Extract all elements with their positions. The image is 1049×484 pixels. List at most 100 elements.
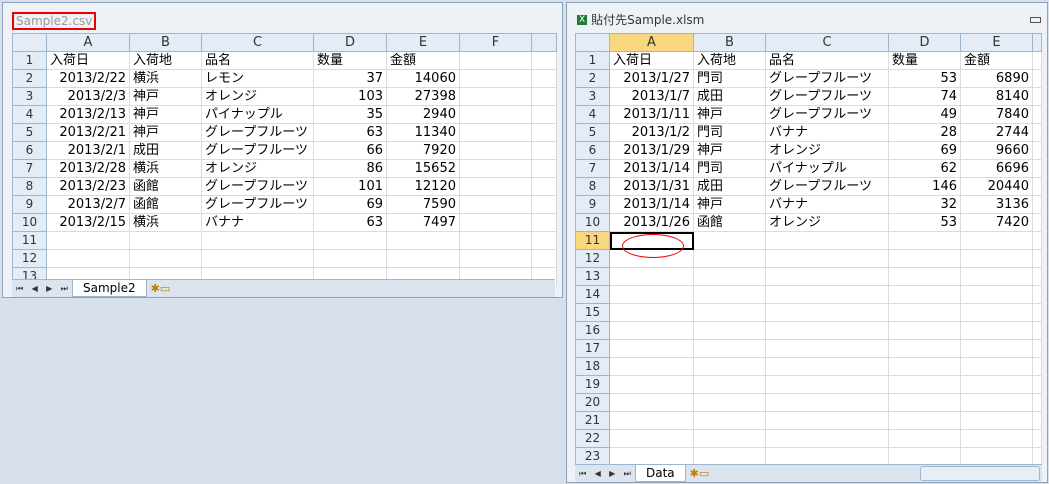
cell[interactable]: 2013/1/27 <box>609 69 694 88</box>
cell[interactable]: 53 <box>888 213 961 232</box>
cell[interactable] <box>129 231 202 250</box>
cell[interactable]: 2013/1/29 <box>609 141 694 160</box>
cell[interactable] <box>765 429 889 448</box>
row-header[interactable]: 23 <box>575 447 610 466</box>
cell[interactable]: 32 <box>888 195 961 214</box>
next-sheet-icon[interactable]: ▶ <box>46 284 52 294</box>
cell[interactable]: 2013/2/13 <box>46 105 130 124</box>
cell[interactable] <box>531 159 557 178</box>
row-header[interactable]: 2 <box>12 69 47 88</box>
cell[interactable] <box>888 249 961 268</box>
cell[interactable] <box>693 285 766 304</box>
cell[interactable] <box>1032 411 1042 430</box>
cell[interactable] <box>46 231 130 250</box>
row-header[interactable]: 10 <box>12 213 47 232</box>
cell[interactable]: 入荷地 <box>129 51 202 70</box>
column-header[interactable]: D <box>888 33 961 52</box>
row-header[interactable]: 8 <box>575 177 610 196</box>
cell[interactable] <box>609 447 694 466</box>
insert-sheet-icon[interactable]: ✱▭ <box>690 467 710 480</box>
cell[interactable]: 7590 <box>386 195 460 214</box>
cell[interactable] <box>765 375 889 394</box>
row-header[interactable]: 6 <box>575 141 610 160</box>
column-header[interactable]: C <box>765 33 889 52</box>
row-header[interactable]: 4 <box>575 105 610 124</box>
cell[interactable] <box>531 213 557 232</box>
cell[interactable] <box>693 393 766 412</box>
row-header[interactable]: 4 <box>12 105 47 124</box>
first-sheet-icon[interactable]: ⏮ <box>16 284 23 294</box>
cell[interactable] <box>1032 249 1042 268</box>
cell[interactable] <box>888 321 961 340</box>
cell[interactable]: 横浜 <box>129 69 202 88</box>
cell[interactable]: 2013/2/23 <box>46 177 130 196</box>
cell[interactable] <box>693 303 766 322</box>
cell[interactable]: グレープフルーツ <box>201 177 314 196</box>
cell[interactable] <box>765 267 889 286</box>
row-header[interactable]: 20 <box>575 393 610 412</box>
cell[interactable]: 2013/1/11 <box>609 105 694 124</box>
cell[interactable]: 53 <box>888 69 961 88</box>
cell[interactable] <box>531 195 557 214</box>
cell[interactable] <box>531 231 557 250</box>
cell[interactable] <box>888 393 961 412</box>
cell[interactable] <box>609 429 694 448</box>
cell[interactable] <box>1032 393 1042 412</box>
cell[interactable] <box>693 231 766 250</box>
cell[interactable]: 成田 <box>693 87 766 106</box>
cell[interactable]: 2744 <box>960 123 1033 142</box>
column-header[interactable]: C <box>201 33 314 52</box>
cell[interactable] <box>531 69 557 88</box>
cell[interactable] <box>693 267 766 286</box>
cell[interactable]: 2013/1/26 <box>609 213 694 232</box>
cell[interactable] <box>1032 357 1042 376</box>
cell[interactable] <box>531 105 557 124</box>
cell[interactable]: 2940 <box>386 105 460 124</box>
row-header[interactable]: 2 <box>575 69 610 88</box>
row-header[interactable]: 3 <box>12 87 47 106</box>
cell[interactable]: 数量 <box>313 51 387 70</box>
cell[interactable]: 函館 <box>693 213 766 232</box>
cell[interactable]: 2013/1/7 <box>609 87 694 106</box>
row-header[interactable]: 12 <box>12 249 47 268</box>
last-sheet-icon[interactable]: ⏭ <box>624 469 631 479</box>
cell[interactable]: 2013/2/22 <box>46 69 130 88</box>
cell[interactable]: 神戸 <box>693 195 766 214</box>
cell[interactable]: 74 <box>888 87 961 106</box>
cell[interactable]: 15652 <box>386 159 460 178</box>
horizontal-scrollbar[interactable] <box>920 466 1040 481</box>
cell[interactable] <box>459 123 532 142</box>
cell[interactable] <box>459 177 532 196</box>
cell[interactable]: 2013/1/14 <box>609 195 694 214</box>
cell[interactable]: バナナ <box>765 195 889 214</box>
cell[interactable] <box>693 375 766 394</box>
cell[interactable]: 146 <box>888 177 961 196</box>
cell[interactable] <box>1032 105 1042 124</box>
column-header[interactable]: F <box>459 33 532 52</box>
cell[interactable] <box>765 393 889 412</box>
cell[interactable] <box>693 249 766 268</box>
cell[interactable] <box>609 393 694 412</box>
cell[interactable] <box>1032 303 1042 322</box>
cell[interactable]: 6696 <box>960 159 1033 178</box>
cell[interactable] <box>960 357 1033 376</box>
cell[interactable]: 金額 <box>960 51 1033 70</box>
cell[interactable]: 8140 <box>960 87 1033 106</box>
cell[interactable] <box>888 447 961 466</box>
cell[interactable] <box>960 285 1033 304</box>
select-all-corner[interactable] <box>12 33 47 52</box>
cell[interactable]: オレンジ <box>765 213 889 232</box>
row-header[interactable]: 15 <box>575 303 610 322</box>
row-header[interactable]: 8 <box>12 177 47 196</box>
cell[interactable]: 20440 <box>960 177 1033 196</box>
cell[interactable] <box>386 249 460 268</box>
cell[interactable] <box>1032 321 1042 340</box>
cell[interactable]: 14060 <box>386 69 460 88</box>
cell[interactable] <box>960 267 1033 286</box>
cell[interactable]: 63 <box>313 123 387 142</box>
sheet-tab-sample2[interactable]: Sample2 <box>72 280 147 297</box>
cell[interactable]: 37 <box>313 69 387 88</box>
cell[interactable] <box>765 357 889 376</box>
cell[interactable] <box>609 357 694 376</box>
row-header[interactable]: 17 <box>575 339 610 358</box>
